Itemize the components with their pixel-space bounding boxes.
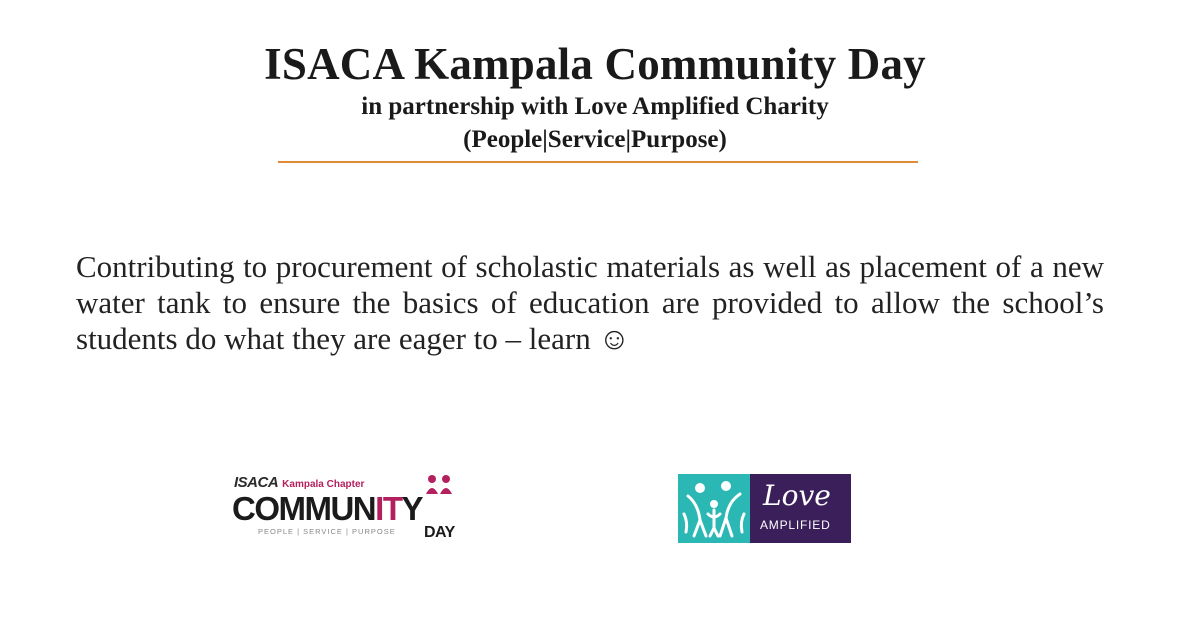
page-subtitle: in partnership with Love Amplified Chari… [361, 93, 829, 120]
wordmark-highlight: IT [375, 490, 403, 527]
love-amplified-love-text: Love [763, 479, 831, 512]
isaca-chapter-text: Kampala Chapter [282, 479, 365, 490]
title-divider [278, 161, 918, 163]
wordmark-start: COMMUN [232, 490, 377, 527]
body-paragraph: Contributing to procurement of scholasti… [76, 249, 1104, 356]
isaca-brand-text: ISACA [234, 474, 279, 491]
isaca-logo-day: DAY [424, 524, 455, 541]
isaca-logo-tagline: PEOPLE | SERVICE | PURPOSE [258, 527, 396, 536]
dancing-people-icon [682, 481, 746, 538]
page-title: ISACA Kampala Community Day [264, 39, 926, 89]
isaca-community-wordmark: COMMUNITY [232, 490, 423, 527]
love-amplified-teal-panel [678, 474, 750, 543]
love-amplified-logo: Love AMPLIFIED [678, 474, 851, 543]
people-figures-icon [426, 475, 452, 494]
wordmark-end: Y [401, 490, 423, 527]
page-tagline: (People|Service|Purpose) [463, 126, 727, 153]
love-amplified-amplified-text: AMPLIFIED [760, 518, 831, 532]
isaca-community-day-logo: ISACA Kampala Chapter COMMUNITY PEOPLE | … [230, 474, 480, 546]
